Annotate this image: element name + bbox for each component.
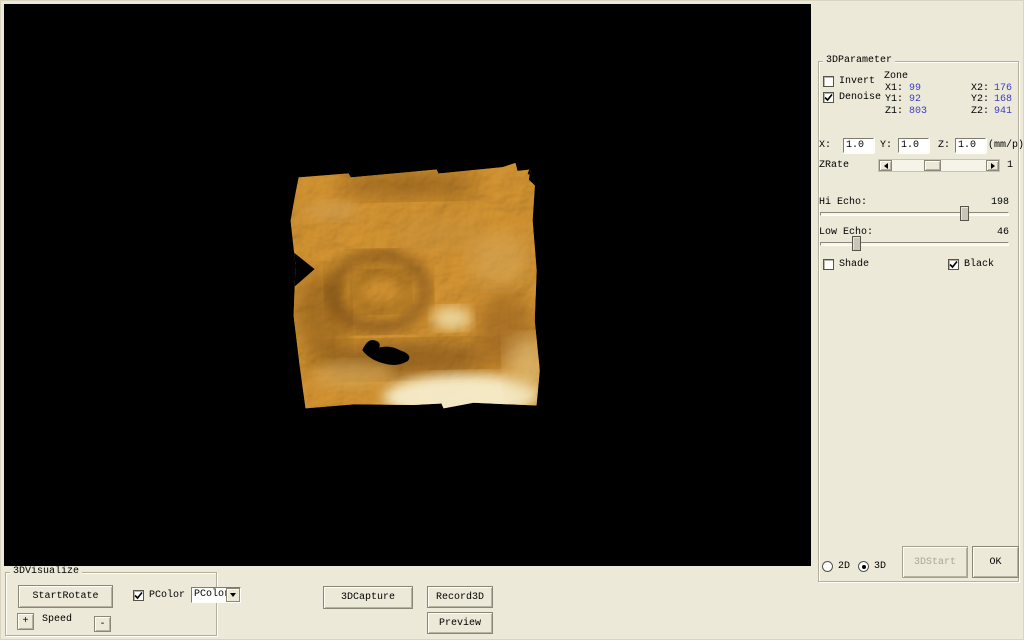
- hi-echo-thumb[interactable]: [960, 206, 969, 221]
- pcolor-dropdown-value: PColor: [194, 589, 230, 601]
- pcolor-label: PColor: [149, 590, 185, 602]
- zone-row-label: Y2:: [971, 94, 989, 106]
- zone-row-value: 168: [994, 94, 1012, 106]
- mode-2d-radio[interactable]: [822, 561, 833, 572]
- zone-title: Zone: [884, 71, 908, 83]
- arrow-left-icon: [881, 163, 888, 169]
- app-window: 3DParameter Invert Denoise Zone X1: 99 X…: [0, 0, 1024, 640]
- shade-label: Shade: [839, 259, 869, 271]
- zone-row-label: Z1:: [885, 106, 903, 118]
- arrow-right-icon: [991, 163, 998, 169]
- zrate-scroll-right-button[interactable]: [986, 160, 999, 171]
- preview-button[interactable]: Preview: [427, 612, 493, 634]
- low-echo-slider-track[interactable]: [820, 242, 1009, 246]
- hi-echo-value: 198: [971, 197, 1009, 209]
- scale-unit-label: (mm/p): [988, 140, 1024, 152]
- mode-3d-label: 3D: [874, 561, 886, 573]
- chevron-down-icon: [230, 593, 236, 600]
- scale-y-label: Y:: [880, 140, 892, 152]
- hi-echo-slider-track[interactable]: [820, 212, 1009, 216]
- denoise-checkbox[interactable]: [823, 92, 834, 103]
- 3d-viewport[interactable]: [4, 4, 811, 566]
- speed-minus-button[interactable]: -: [94, 616, 111, 632]
- zrate-scrollbar[interactable]: [878, 159, 1000, 172]
- zrate-label: ZRate: [819, 160, 849, 172]
- 3d-render-image: [288, 160, 541, 413]
- zone-row-label: Y1:: [885, 94, 903, 106]
- zrate-scroll-thumb[interactable]: [924, 160, 941, 171]
- low-echo-thumb[interactable]: [852, 236, 861, 251]
- black-label: Black: [964, 259, 994, 271]
- denoise-label: Denoise: [839, 92, 881, 104]
- zone-row-value: 92: [909, 94, 921, 106]
- hi-echo-label: Hi Echo:: [819, 197, 867, 209]
- 3dcapture-button[interactable]: 3DCapture: [323, 586, 413, 609]
- black-checkbox[interactable]: [948, 259, 959, 270]
- pcolor-checkbox[interactable]: [133, 590, 144, 601]
- 3d-render[interactable]: [288, 160, 541, 413]
- check-icon: [824, 93, 833, 102]
- speed-label: Speed: [42, 614, 72, 626]
- check-icon: [134, 591, 143, 600]
- scale-y-input[interactable]: [898, 138, 929, 153]
- scale-z-label: Z:: [938, 140, 950, 152]
- radio-dot-icon: [862, 565, 866, 569]
- record3d-button[interactable]: Record3D: [427, 586, 493, 608]
- zrate-value: 1: [1007, 160, 1013, 172]
- zone-row-label: Z2:: [971, 106, 989, 118]
- pcolor-dropdown[interactable]: PColor: [191, 587, 241, 603]
- zone-row-value: 941: [994, 106, 1012, 118]
- ok-button[interactable]: OK: [972, 546, 1019, 578]
- 3dstart-button[interactable]: 3DStart: [902, 546, 968, 578]
- pcolor-dropdown-button[interactable]: [226, 588, 240, 602]
- invert-label: Invert: [839, 76, 875, 88]
- visualize-group-title: 3DVisualize: [10, 566, 82, 578]
- shade-checkbox[interactable]: [823, 259, 834, 270]
- scale-x-label: X:: [819, 140, 831, 152]
- zone-row-value: 803: [909, 106, 927, 118]
- scale-x-input[interactable]: [843, 138, 874, 153]
- start-rotate-button[interactable]: StartRotate: [18, 585, 113, 608]
- low-echo-label: Low Echo:: [819, 227, 873, 239]
- zrate-scroll-left-button[interactable]: [879, 160, 892, 171]
- check-icon: [949, 260, 958, 269]
- low-echo-value: 46: [971, 227, 1009, 239]
- invert-checkbox[interactable]: [823, 76, 834, 87]
- scale-z-input[interactable]: [955, 138, 986, 153]
- mode-2d-label: 2D: [838, 561, 850, 573]
- mode-3d-radio[interactable]: [858, 561, 869, 572]
- parameter-group-title: 3DParameter: [823, 55, 895, 67]
- speed-plus-button[interactable]: +: [17, 613, 34, 630]
